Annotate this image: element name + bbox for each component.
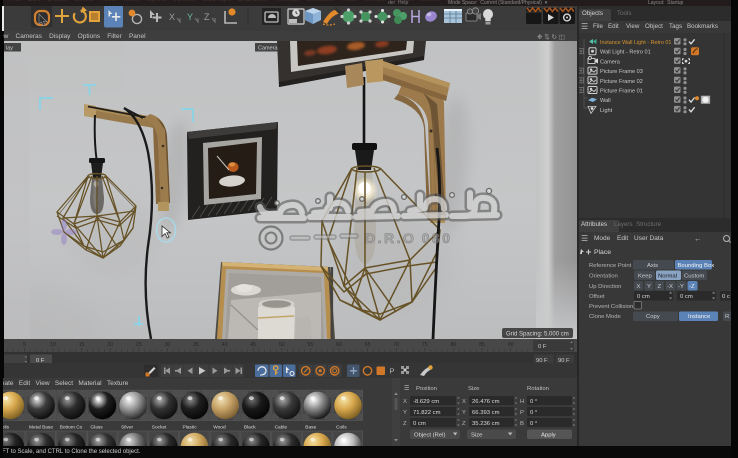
svg-text:40: 40 — [222, 342, 228, 348]
svg-text:0 cm: 0 cm — [413, 421, 426, 427]
svg-text:Z: Z — [204, 12, 210, 22]
svg-text:0 °: 0 ° — [530, 410, 537, 416]
svg-text:66.393 cm: 66.393 cm — [472, 410, 500, 416]
svg-text:30: 30 — [165, 342, 171, 348]
svg-text:Size: Size — [468, 386, 480, 392]
svg-text:Up Direction: Up Direction — [589, 284, 621, 290]
svg-text:☰: ☰ — [404, 385, 409, 392]
svg-text:Instance: Instance — [688, 314, 711, 320]
svg-text:Metal Base: Metal Base — [29, 424, 53, 430]
svg-text:55: 55 — [308, 342, 314, 348]
svg-text:0 c: 0 c — [722, 294, 730, 300]
svg-text:Instance Wall Light - Retro 01: Instance Wall Light - Retro 01 — [600, 40, 671, 46]
svg-text:Y: Y — [647, 284, 651, 290]
svg-text:Clone Mode: Clone Mode — [589, 314, 621, 320]
svg-text:0 °: 0 ° — [530, 421, 537, 427]
svg-text:Position: Position — [416, 386, 437, 392]
svg-text:90: 90 — [508, 342, 514, 348]
svg-text:Glass: Glass — [90, 424, 103, 430]
svg-text:Black: Black — [244, 424, 256, 430]
svg-text:Light: Light — [600, 108, 613, 114]
svg-text:X: X — [169, 12, 175, 22]
svg-text:H: H — [520, 399, 524, 405]
svg-text:70: 70 — [393, 342, 399, 348]
svg-text:Picture Frame 01: Picture Frame 01 — [600, 89, 643, 95]
svg-text:26.476 cm: 26.476 cm — [472, 399, 500, 405]
svg-text:Custom: Custom — [684, 274, 704, 280]
svg-text:85: 85 — [479, 342, 485, 348]
svg-text:Bottom Co: Bottom Co — [60, 424, 83, 430]
svg-text:Reference Point: Reference Point — [589, 263, 632, 269]
svg-text:80: 80 — [451, 342, 457, 348]
svg-text:0 F: 0 F — [538, 344, 547, 350]
svg-text:X: X — [403, 399, 407, 405]
svg-text:Wood: Wood — [213, 424, 226, 430]
svg-text:Cable: Cable — [275, 424, 288, 430]
svg-text:Y: Y — [187, 12, 193, 22]
svg-text:Picture Frame 03: Picture Frame 03 — [600, 69, 643, 75]
svg-text:Plastic: Plastic — [183, 424, 198, 430]
svg-text:Coils: Coils — [336, 424, 347, 430]
svg-text:5: 5 — [23, 342, 26, 348]
svg-text:Z: Z — [403, 421, 407, 427]
svg-text:R: R — [725, 314, 729, 320]
svg-text:Wall Light - Retro 01: Wall Light - Retro 01 — [600, 50, 651, 56]
svg-text:Size: Size — [471, 433, 483, 439]
svg-text:60: 60 — [336, 342, 342, 348]
svg-text:Keep: Keep — [638, 274, 652, 280]
svg-text:-8.629 cm: -8.629 cm — [413, 399, 439, 405]
svg-text:0 cm: 0 cm — [637, 294, 650, 300]
svg-text:B: B — [520, 421, 524, 427]
svg-text:20: 20 — [107, 342, 113, 348]
svg-text:25: 25 — [136, 342, 142, 348]
svg-text:Camera: Camera — [600, 59, 621, 65]
svg-text:Orientation: Orientation — [589, 274, 618, 280]
svg-text:Z: Z — [462, 421, 466, 427]
svg-text:Wall: Wall — [600, 98, 611, 104]
svg-text:Axis: Axis — [647, 263, 658, 269]
svg-text:Grid Spacing: 5.000 cm: Grid Spacing: 5.000 cm — [506, 332, 569, 338]
svg-text:X: X — [637, 284, 641, 290]
svg-text:Apply: Apply — [541, 433, 556, 439]
svg-text:Rotation: Rotation — [527, 386, 549, 392]
svg-text:Base: Base — [305, 424, 316, 430]
svg-text:Y: Y — [403, 410, 407, 416]
svg-text:50: 50 — [279, 342, 285, 348]
svg-text:Prevent Collision: Prevent Collision — [589, 304, 633, 310]
svg-text:65: 65 — [365, 342, 371, 348]
svg-text:Camera: Camera — [258, 46, 279, 52]
svg-text:Silver: Silver — [121, 424, 133, 430]
svg-text:Picture Frame 02: Picture Frame 02 — [600, 79, 643, 85]
svg-text:Offset: Offset — [589, 294, 605, 300]
svg-text:-Z: -Z — [689, 284, 695, 290]
svg-text:D.R.O 080: D.R.O 080 — [365, 230, 453, 246]
svg-text:Z: Z — [658, 284, 662, 290]
svg-text:X: X — [462, 399, 466, 405]
svg-text:15: 15 — [79, 342, 85, 348]
svg-text:71.822 cm: 71.822 cm — [413, 410, 441, 416]
svg-text:0 °: 0 ° — [530, 399, 537, 405]
svg-text:P: P — [390, 367, 395, 376]
svg-text:0 cm: 0 cm — [680, 294, 693, 300]
svg-text:Normal: Normal — [658, 274, 677, 280]
svg-text:45: 45 — [250, 342, 256, 348]
svg-text:Socket: Socket — [152, 424, 167, 430]
svg-text:-Y: -Y — [678, 284, 684, 290]
svg-text:35: 35 — [193, 342, 199, 348]
svg-text:Copy: Copy — [646, 314, 660, 320]
svg-text:Y: Y — [462, 410, 466, 416]
svg-text:Place: Place — [594, 249, 611, 256]
svg-text:Bounding Box: Bounding Box — [678, 263, 715, 269]
svg-text:P: P — [520, 410, 524, 416]
svg-text:lay: lay — [6, 46, 13, 52]
svg-text:Object (Rel): Object (Rel) — [414, 433, 445, 439]
svg-text:35.236 cm: 35.236 cm — [472, 421, 500, 427]
svg-text:10: 10 — [50, 342, 56, 348]
svg-text:-X: -X — [667, 284, 673, 290]
svg-text:75: 75 — [422, 342, 428, 348]
